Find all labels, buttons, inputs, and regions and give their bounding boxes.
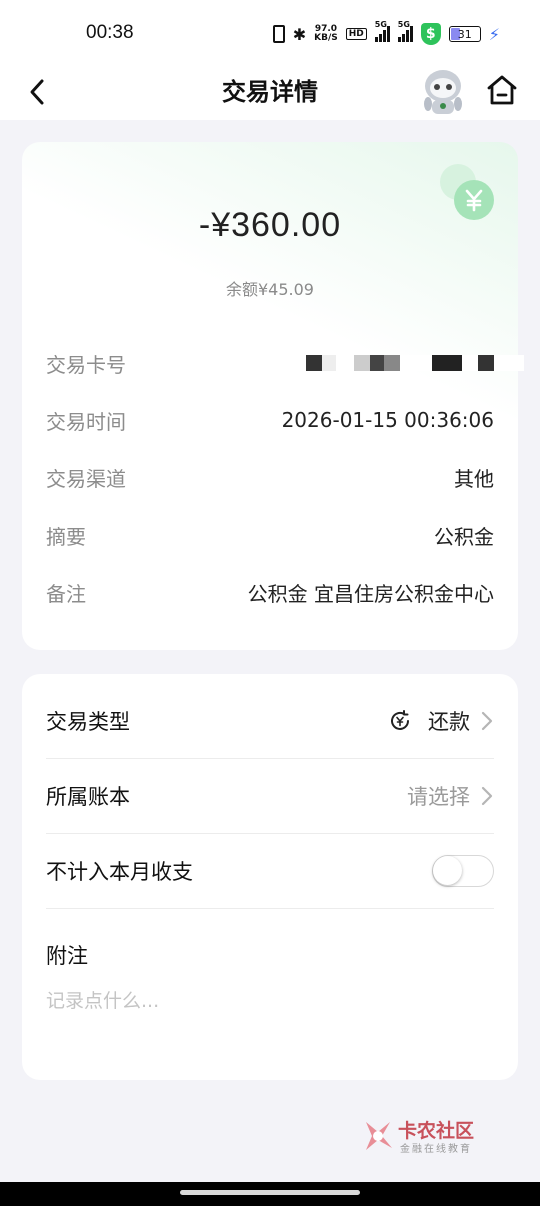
nav-header: 交易详情 <box>0 66 540 120</box>
battery-level: 31 <box>457 27 472 41</box>
chevron-right-icon <box>481 786 493 806</box>
repayment-icon <box>391 710 409 730</box>
settings-card: 交易类型 还款 所属账本 请选择 不计入本月收支 附注 <box>22 674 518 1080</box>
note-label: 附注 <box>46 944 88 968</box>
info-row-time: 交易时间 2026-01-15 00:36:06 <box>46 405 494 435</box>
signal-icon: 5G <box>397 20 413 42</box>
charging-icon: ⚡ <box>488 24 500 44</box>
toggle-knob <box>433 856 462 885</box>
home-icon[interactable] <box>484 72 520 108</box>
info-label: 交易卡号 <box>46 352 126 377</box>
status-bar: 00:38 ✱ 97.0 KB/S HD 5G 5G $ 31 ⚡ <box>0 0 540 66</box>
watermark: 卡农社区 金融在线教育 <box>360 1114 484 1158</box>
ledger-value: 请选择 <box>407 785 470 809</box>
security-shield-icon: $ <box>420 23 441 45</box>
info-row-summary: 摘要 公积金 <box>46 520 494 550</box>
info-value: 2026-01-15 00:36:06 <box>281 408 494 432</box>
hd-icon: HD <box>345 28 367 40</box>
balance-text: 余额¥45.09 <box>226 280 314 299</box>
ledger-row[interactable]: 所属账本 请选择 <box>46 759 494 834</box>
watermark-logo-icon <box>366 1122 392 1150</box>
signal-label: 5G <box>397 20 410 29</box>
info-row-channel: 交易渠道 其他 <box>46 462 494 492</box>
info-row-card-number: 交易卡号 <box>46 348 524 378</box>
signal-label: 5G <box>374 20 387 29</box>
exclude-monthly-toggle[interactable] <box>432 855 494 887</box>
transaction-type-row[interactable]: 交易类型 还款 <box>46 684 494 759</box>
watermark-subtitle: 金融在线教育 <box>400 1144 472 1155</box>
exclude-monthly-row: 不计入本月收支 <box>46 834 494 909</box>
chevron-right-icon <box>481 711 493 731</box>
info-label: 交易时间 <box>46 409 126 434</box>
exclude-monthly-label: 不计入本月收支 <box>46 860 193 884</box>
info-row-remark: 备注 公积金 宜昌住房公积金中心 <box>46 577 494 607</box>
ledger-label: 所属账本 <box>46 785 130 809</box>
info-value: 其他 <box>454 466 494 491</box>
info-value: 公积金 <box>434 524 494 549</box>
vibrate-icon <box>272 25 285 43</box>
gesture-bar <box>0 1182 540 1206</box>
info-label: 备注 <box>46 581 86 606</box>
watermark-title: 卡农社区 <box>398 1120 475 1142</box>
transaction-type-label: 交易类型 <box>46 710 130 734</box>
status-time: 00:38 <box>86 22 134 43</box>
network-speed: 97.0 KB/S <box>314 25 338 43</box>
network-speed-unit: KB/S <box>314 33 338 43</box>
status-icons: ✱ 97.0 KB/S HD 5G 5G $ 31 ⚡ <box>272 20 500 46</box>
note-input[interactable] <box>46 990 486 1012</box>
robot-assistant-icon[interactable] <box>418 66 468 116</box>
home-indicator[interactable] <box>180 1190 360 1195</box>
masked-card-number <box>306 354 524 372</box>
info-value: 公积金 宜昌住房公积金中心 <box>247 581 494 606</box>
battery-icon: 31 <box>448 26 481 42</box>
info-label: 摘要 <box>46 524 86 549</box>
signal-icon: 5G <box>374 20 390 42</box>
transaction-amount: -¥360.00 <box>198 206 342 244</box>
info-label: 交易渠道 <box>46 466 126 491</box>
bluetooth-icon: ✱ <box>292 24 307 44</box>
transaction-card: -¥360.00 余额¥45.09 交易卡号 交易时间 2026-01-15 0… <box>22 142 524 650</box>
transaction-type-value: 还款 <box>428 710 470 734</box>
